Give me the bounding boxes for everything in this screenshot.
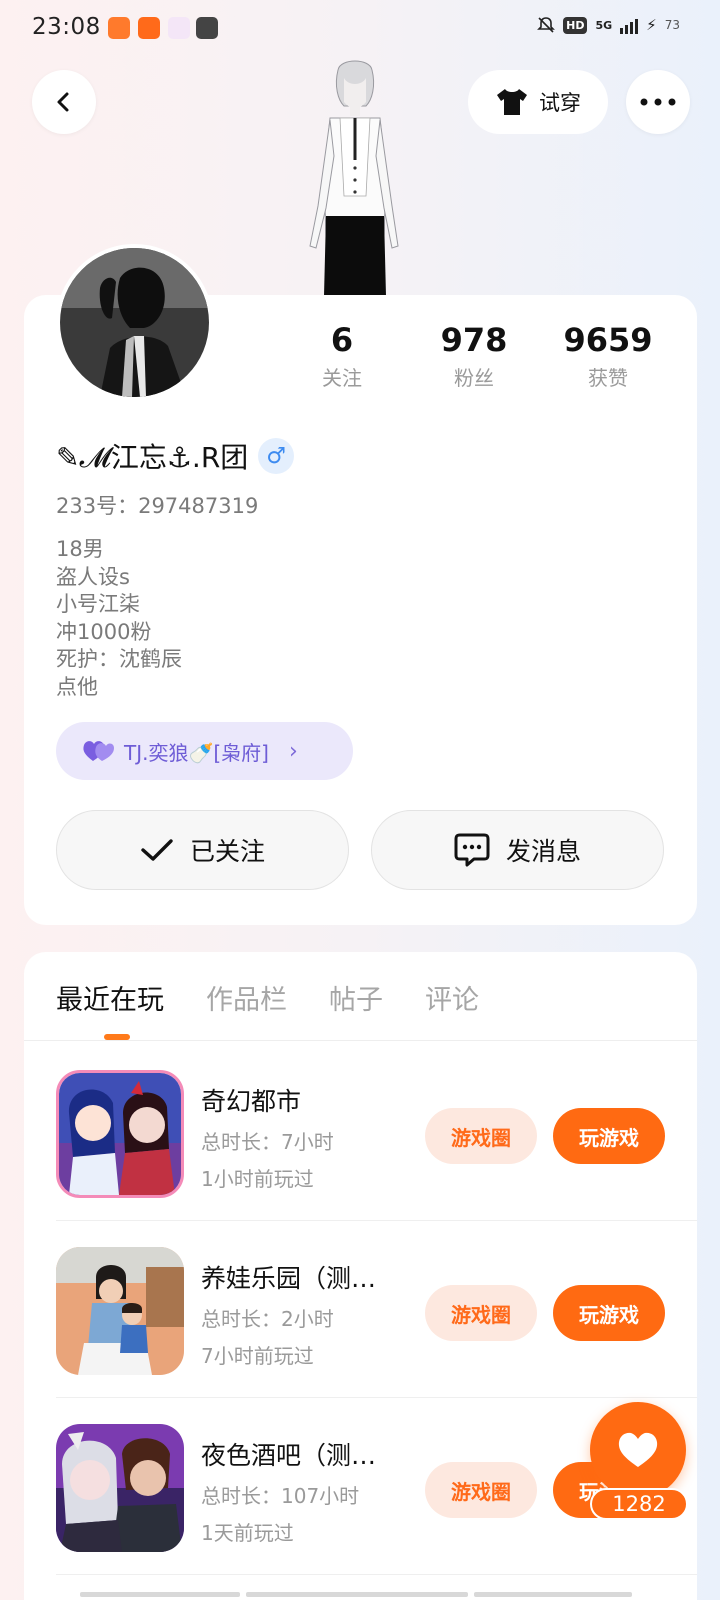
like-button[interactable] <box>590 1402 686 1498</box>
game-last-played: 1小时前玩过 <box>201 1167 314 1191</box>
like-count: 1282 <box>590 1488 688 1520</box>
bio-line: 冲1000粉 <box>56 619 152 644</box>
profile-stats: 6 关注 978 粉丝 9659 获赞 <box>0 320 720 400</box>
signal-icon <box>620 16 639 34</box>
tab-posts[interactable]: 帖子 <box>329 978 383 1026</box>
nickname-row: ✎𝓜江忘⚓.R团 ♂ <box>56 436 295 476</box>
game-circle-button[interactable]: 游戏圈 <box>425 1285 537 1341</box>
play-game-button[interactable]: 玩游戏 <box>553 1285 665 1341</box>
list-divider <box>56 1220 697 1221</box>
heart-link-icon <box>83 741 114 761</box>
game-icon[interactable] <box>56 1070 184 1198</box>
back-button[interactable] <box>32 70 96 134</box>
character-illustration <box>309 60 399 296</box>
guild-badge[interactable]: TJ.奕狼🍼[枭府] › <box>56 722 353 780</box>
chevron-right-icon: › <box>288 738 298 764</box>
heart-icon <box>618 1432 658 1467</box>
male-gender-icon: ♂ <box>258 438 295 474</box>
bio-line: 点他 <box>56 674 98 699</box>
game-title: 养娃乐园（测… <box>201 1264 377 1293</box>
list-divider <box>56 1574 697 1575</box>
send-message-label: 发消息 <box>505 837 581 866</box>
try-on-label: 试穿 <box>539 91 581 115</box>
bottom-scroll-hint <box>80 1592 632 1597</box>
battery-level: 73 <box>664 18 680 32</box>
game-icon[interactable] <box>56 1424 184 1552</box>
bio-line: 18男 <box>56 537 104 561</box>
bio-line: 小号江柒 <box>56 592 140 616</box>
nickname: ✎𝓜江忘⚓.R团 <box>56 441 249 474</box>
bio: 18男 盗人设s 小号江柒 冲1000粉 死护：沈鹤辰 点他 <box>56 536 182 701</box>
character-figure[interactable] <box>300 56 410 296</box>
status-indicators: HD 5G ⚡ 73 <box>537 16 680 34</box>
stat-followers[interactable]: 978 粉丝 <box>414 320 534 391</box>
app-notification-icon <box>138 17 160 39</box>
bio-line: 盗人设s <box>56 564 130 589</box>
mute-bell-icon <box>537 17 556 33</box>
tabs-divider <box>24 1040 697 1041</box>
guild-name: TJ.奕狼🍼[枭府] <box>124 740 269 765</box>
stat-likes[interactable]: 9659 获赞 <box>548 320 668 391</box>
game-circle-button[interactable]: 游戏圈 <box>425 1108 537 1164</box>
back-arrow-icon <box>57 92 69 112</box>
stat-label: 关注 <box>322 366 362 390</box>
game-title: 夜色酒吧（测… <box>201 1441 377 1470</box>
checkmark-icon <box>141 839 173 861</box>
try-on-button[interactable]: 试穿 <box>468 70 608 134</box>
chat-bubble-icon <box>454 833 490 867</box>
game-last-played: 7小时前玩过 <box>201 1344 314 1368</box>
mail-icon <box>196 17 218 39</box>
profile-tabs: 最近在玩 作品栏 帖子 评论 <box>56 978 521 1026</box>
more-options-button[interactable] <box>626 70 690 134</box>
game-last-played: 1天前玩过 <box>201 1521 294 1545</box>
game-icon[interactable] <box>56 1247 184 1375</box>
game-cover-image <box>56 1247 184 1375</box>
list-divider <box>56 1397 697 1398</box>
hd-badge: HD <box>563 16 588 34</box>
send-message-button[interactable]: 发消息 <box>371 810 664 890</box>
stat-value: 9659 <box>563 321 653 359</box>
game-cover-image <box>59 1073 181 1195</box>
app-notification-icon <box>168 17 190 39</box>
tab-recently-played[interactable]: 最近在玩 <box>56 978 164 1026</box>
following-button[interactable]: 已关注 <box>56 810 349 890</box>
status-bar: 23:08 HD 5G ⚡ 73 <box>0 0 720 58</box>
user-id[interactable]: 233号：297487319 <box>56 490 258 520</box>
game-total-duration: 总时长：7小时 <box>201 1130 334 1154</box>
following-label: 已关注 <box>189 837 265 866</box>
tab-works[interactable]: 作品栏 <box>206 978 287 1026</box>
stat-label: 获赞 <box>588 366 628 390</box>
more-dots-icon <box>640 98 676 106</box>
tab-comments[interactable]: 评论 <box>425 978 479 1026</box>
bio-line: 死护：沈鹤辰 <box>56 647 182 671</box>
game-total-duration: 总时长：2小时 <box>201 1307 334 1331</box>
charging-icon: ⚡ <box>646 16 657 34</box>
taobao-app-icon <box>108 17 130 39</box>
game-total-duration: 总时长：107小时 <box>201 1484 360 1508</box>
stat-value: 6 <box>330 321 354 359</box>
network-label: 5G <box>595 18 613 32</box>
status-time: 23:08 <box>32 14 101 40</box>
stat-label: 粉丝 <box>454 366 494 390</box>
game-title: 奇幻都市 <box>201 1087 302 1116</box>
tshirt-icon <box>497 89 527 115</box>
stat-following[interactable]: 6 关注 <box>282 320 402 391</box>
game-cover-image <box>56 1424 184 1552</box>
play-game-button[interactable]: 玩游戏 <box>553 1108 665 1164</box>
stat-value: 978 <box>440 321 508 359</box>
game-circle-button[interactable]: 游戏圈 <box>425 1462 537 1518</box>
